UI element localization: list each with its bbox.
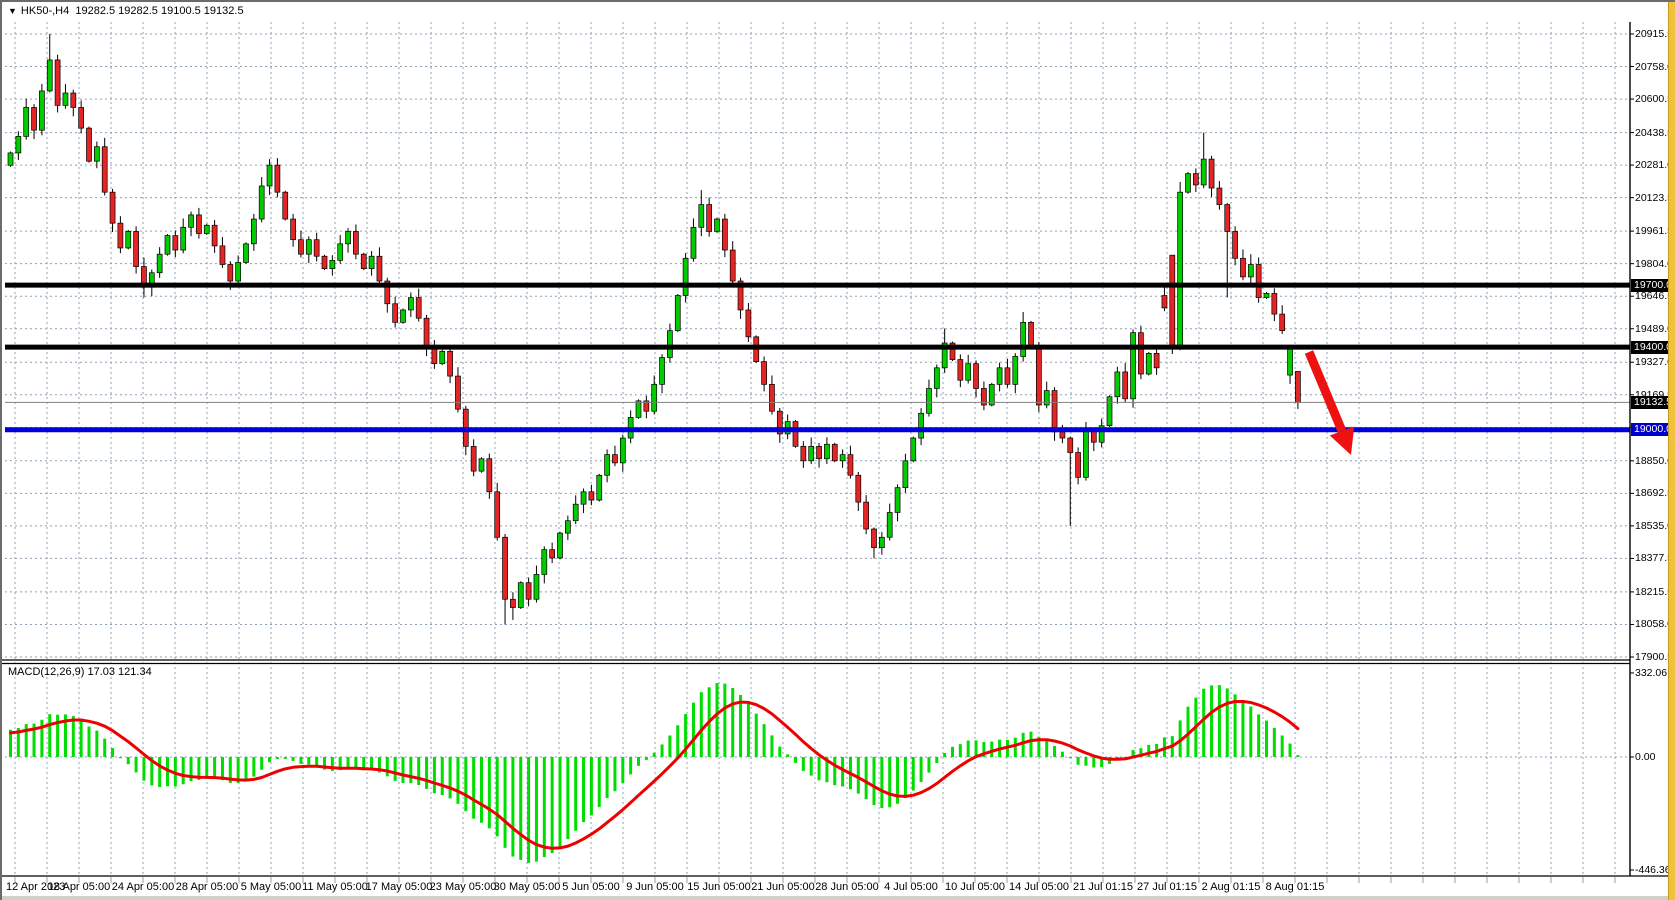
breakdown-arrow[interactable] (1309, 352, 1342, 431)
symbol-period-label: HK50-,H4 (21, 5, 69, 17)
ohlc-quote-label: 19282.5 19282.5 19100.5 19132.5 (75, 5, 243, 17)
window-right-strip[interactable] (1668, 2, 1675, 900)
macd-histogram (9, 683, 1299, 863)
macd-indicator-label: MACD(12,26,9) 17.03 121.34 (8, 666, 152, 678)
date-tick-label: 8 Aug 01:15 (1255, 881, 1335, 893)
trading-chart-window: ▼ HK50-,H4 19282.5 19282.5 19100.5 19132.… (0, 0, 1675, 900)
macd-signal-line (11, 702, 1298, 849)
chevron-down-icon[interactable]: ▼ (8, 6, 17, 16)
chart-canvas[interactable] (2, 2, 1675, 900)
symbol-header: ▼ HK50-,H4 19282.5 19282.5 19100.5 19132.… (8, 5, 244, 17)
window-bottom-strip (2, 896, 1675, 900)
